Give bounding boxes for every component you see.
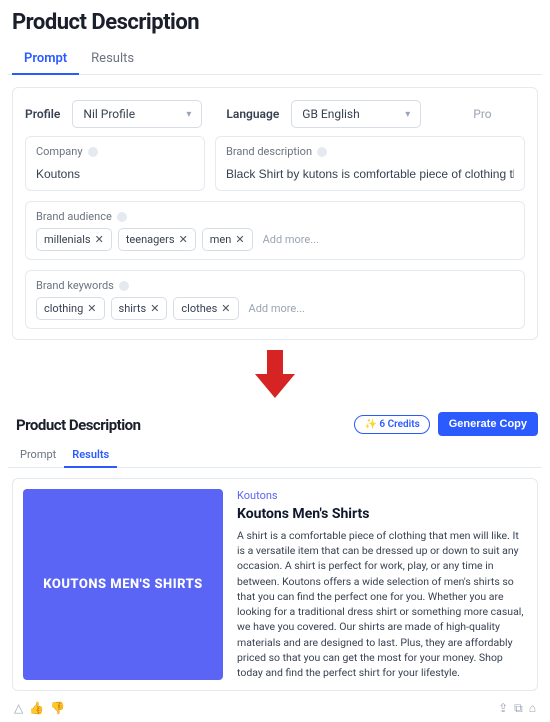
company-label: Company [36, 145, 83, 158]
language-value: GB English [302, 107, 359, 121]
info-icon [317, 147, 327, 157]
audience-add-more[interactable]: Add more... [259, 233, 319, 246]
tabs-prompt-results: Prompt Results [8, 43, 542, 75]
remove-icon[interactable]: ✕ [95, 233, 104, 246]
warning-icon[interactable]: △ [14, 701, 23, 716]
tab-prompt[interactable]: Prompt [12, 442, 64, 467]
result-footer: △ 👍 👎 ⇪ ⧉ ⌂ [8, 697, 542, 722]
audience-chip[interactable]: millenials✕ [36, 228, 112, 251]
language-select[interactable]: GB English ▾ [291, 100, 421, 128]
remove-icon[interactable]: ✕ [221, 302, 230, 315]
page-title: Product Description [8, 0, 542, 43]
audience-chip[interactable]: men✕ [202, 228, 253, 251]
generate-copy-button[interactable]: Generate Copy [438, 412, 538, 436]
company-field[interactable]: Company [25, 136, 205, 191]
bookmark-icon[interactable]: ⌂ [529, 701, 536, 716]
thumbs-up-icon[interactable]: 👍 [29, 701, 44, 716]
tabs-prompt-results: Prompt Results [8, 442, 542, 468]
prompt-card: Profile Nil Profile ▾ Language GB Englis… [12, 87, 538, 340]
brand-description-label: Brand description [226, 145, 312, 158]
brand-keywords-field[interactable]: Brand keywords clothing✕ shirts✕ clothes… [25, 270, 525, 329]
chevron-down-icon: ▾ [186, 109, 191, 120]
info-icon [117, 212, 127, 222]
tab-prompt[interactable]: Prompt [12, 43, 79, 74]
info-icon [119, 281, 129, 291]
brand-description-input[interactable] [226, 167, 514, 181]
keyword-chip[interactable]: clothes✕ [173, 297, 238, 320]
remove-icon[interactable]: ✕ [87, 302, 96, 315]
remove-icon[interactable]: ✕ [235, 233, 244, 246]
keywords-add-more[interactable]: Add more... [245, 302, 305, 315]
share-icon[interactable]: ⇪ [498, 701, 508, 716]
chevron-down-icon: ▾ [405, 109, 410, 120]
remove-icon[interactable]: ✕ [150, 302, 159, 315]
brand-description-field[interactable]: Brand description [215, 136, 525, 191]
info-icon [88, 147, 98, 157]
result-card: KOUTONS MEN'S SHIRTS Koutons Koutons Men… [12, 478, 538, 691]
audience-chip[interactable]: teenagers✕ [118, 228, 196, 251]
thumbs-down-icon[interactable]: 👎 [50, 701, 65, 716]
profile-select[interactable]: Nil Profile ▾ [72, 100, 202, 128]
down-arrow-icon [0, 346, 550, 402]
brand-audience-field[interactable]: Brand audience millenials✕ teenagers✕ me… [25, 201, 525, 260]
brand-keywords-label: Brand keywords [36, 279, 114, 292]
copy-icon[interactable]: ⧉ [514, 701, 523, 716]
result-body-text: A shirt is a comfortable piece of clothi… [237, 528, 527, 680]
credits-pill[interactable]: ✨ 6 Credits [354, 415, 429, 434]
remove-icon[interactable]: ✕ [179, 233, 188, 246]
profile-label: Profile [25, 107, 60, 121]
tab-results[interactable]: Results [79, 43, 146, 74]
brand-audience-label: Brand audience [36, 210, 112, 223]
profile-value: Nil Profile [83, 107, 135, 121]
tab-results[interactable]: Results [64, 442, 117, 467]
company-input[interactable] [36, 167, 194, 181]
result-title: Koutons Men's Shirts [237, 506, 527, 522]
result-banner: KOUTONS MEN'S SHIRTS [23, 489, 223, 680]
result-brand: Koutons [237, 489, 527, 502]
page-title: Product Description [12, 406, 145, 442]
keyword-chip[interactable]: clothing✕ [36, 297, 105, 320]
language-label: Language [226, 107, 279, 121]
truncated-label: Pro [433, 107, 491, 121]
keyword-chip[interactable]: shirts✕ [111, 297, 168, 320]
